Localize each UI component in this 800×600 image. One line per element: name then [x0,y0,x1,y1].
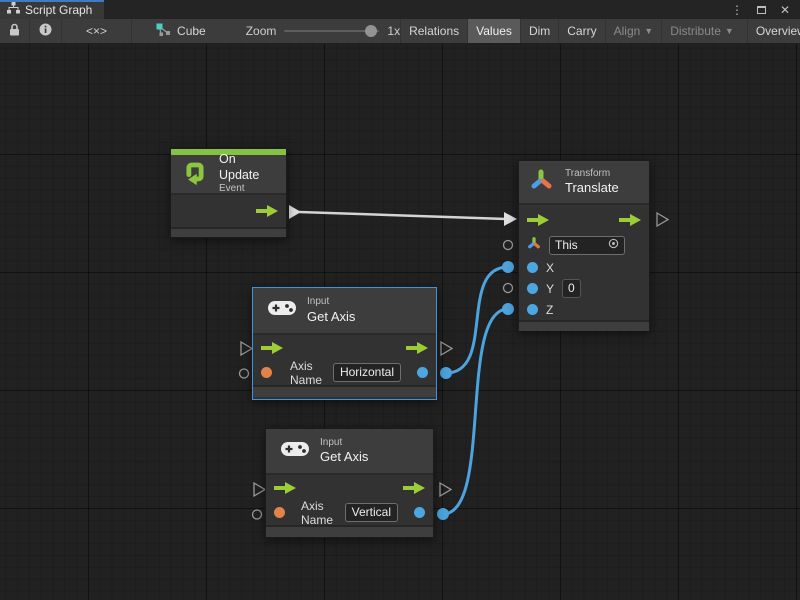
lock-button[interactable] [0,19,30,43]
node-get-axis-h-header[interactable]: Input Get Axis [253,288,436,335]
toolbar-toggle-group: Relations Values Dim Carry Align ▼ Distr… [400,19,800,43]
gamepad-icon [267,298,297,323]
zoom-slider-handle[interactable] [365,25,377,37]
node-subtitle: Event [219,183,276,196]
node-title: Get Axis [307,309,355,325]
flow-output-port[interactable] [406,342,428,354]
on-update-loop-icon [181,158,209,191]
zoom-value: 1x [387,24,400,38]
value-output-port[interactable] [417,367,428,378]
node-title: On Update [219,152,276,183]
info-icon [39,23,52,39]
toolbar-button-distribute[interactable]: Distribute ▼ [661,19,742,43]
node-subtitle: Transform [565,168,619,181]
zoom-label: Zoom [246,24,277,38]
script-graph-icon [7,1,20,19]
graph-canvas[interactable]: On Update Event Transform Translate [0,44,800,600]
port-label-axis-name: Axis Name [290,359,325,387]
flow-wire-onupdate-to-translate[interactable] [289,205,517,226]
node-translate[interactable]: Transform Translate This [518,160,650,331]
node-translate-header[interactable]: Transform Translate [519,161,649,205]
code-icon: <×> [86,24,107,38]
dropdown-arrow-icon: ▼ [644,26,653,36]
port-marker-getaxish-flow-out[interactable] [441,342,452,355]
maximize-icon[interactable] [757,4,766,16]
node-get-axis-horizontal[interactable]: Input Get Axis Axis Name Horizontal [252,287,437,400]
code-preview-button[interactable]: <×> [62,19,132,43]
flow-input-port[interactable] [261,342,283,354]
toolbar-button-values[interactable]: Values [467,19,520,43]
graph-picker[interactable]: Cube [146,19,216,43]
value-port-x[interactable] [527,262,538,273]
window-menu-icon[interactable]: ⋮ [731,4,743,16]
lock-icon [9,23,20,39]
node-title: Get Axis [320,449,368,465]
y-value-field[interactable]: 0 [562,279,581,298]
gamepad-icon [280,439,310,464]
zoom-slider[interactable] [284,30,379,32]
value-wire-horizontal-to-x[interactable] [440,261,514,379]
object-picker-icon[interactable] [608,238,619,253]
flow-input-port[interactable] [527,214,549,226]
port-marker-getaxisv-name[interactable] [253,510,262,519]
toolbar-button-dim[interactable]: Dim [520,19,558,43]
transform-icon [529,167,555,198]
node-subtitle: Input [320,437,368,450]
toolbar-button-align[interactable]: Align ▼ [605,19,662,43]
flow-output-port[interactable] [619,214,641,226]
node-title: Translate [565,180,619,196]
port-label-z: Z [546,303,553,317]
window-tab-bar: Script Graph ⋮ ✕ [0,0,800,19]
flow-input-port[interactable] [274,482,296,494]
node-footer [519,320,649,331]
flow-output-port[interactable] [256,205,278,217]
port-marker-getaxish-name[interactable] [240,369,249,378]
toolbar-button-carry[interactable]: Carry [558,19,604,43]
graph-name: Cube [177,24,206,38]
graph-node-icon [156,23,171,39]
value-output-port[interactable] [414,507,425,518]
toolbar-button-overview[interactable]: Overview [747,19,800,43]
graph-toolbar: <×> Cube Zoom 1x Relations Values Dim Ca… [0,19,800,44]
toolbar-button-relations[interactable]: Relations [400,19,467,43]
port-label-x: X [546,261,554,275]
node-on-update-header[interactable]: On Update Event [171,155,286,195]
axis-name-field[interactable]: Horizontal [333,363,401,382]
this-target-field[interactable]: This [549,236,625,255]
info-button[interactable] [30,19,62,43]
node-subtitle: Input [307,296,355,309]
node-get-axis-v-header[interactable]: Input Get Axis [266,429,433,475]
zoom-control: Zoom 1x [246,19,400,43]
axis-name-field[interactable]: Vertical [345,503,398,522]
node-footer [171,227,286,237]
port-marker-translate-this[interactable] [504,241,513,250]
tab-title: Script Graph [25,3,92,17]
port-marker-getaxisv-flow-out[interactable] [440,483,451,496]
tab-script-graph[interactable]: Script Graph [0,0,104,19]
value-port-y[interactable] [527,283,538,294]
string-input-port[interactable] [274,507,285,518]
node-footer [266,525,433,537]
node-on-update[interactable]: On Update Event [170,148,287,238]
value-port-z[interactable] [527,304,538,315]
transform-mini-icon [527,236,541,255]
port-marker-translate-y[interactable] [504,284,513,293]
node-footer [253,385,436,397]
dropdown-arrow-icon: ▼ [725,26,734,36]
node-get-axis-vertical[interactable]: Input Get Axis Axis Name Vertical [265,428,434,538]
port-label-axis-name: Axis Name [301,499,337,527]
port-marker-translate-flow-out[interactable] [657,213,668,226]
port-label-y: Y [546,282,554,296]
string-input-port[interactable] [261,367,272,378]
port-marker-getaxish-flow-in[interactable] [241,342,252,355]
flow-output-port[interactable] [403,482,425,494]
port-marker-getaxisv-flow-in[interactable] [254,483,265,496]
close-icon[interactable]: ✕ [780,4,790,16]
